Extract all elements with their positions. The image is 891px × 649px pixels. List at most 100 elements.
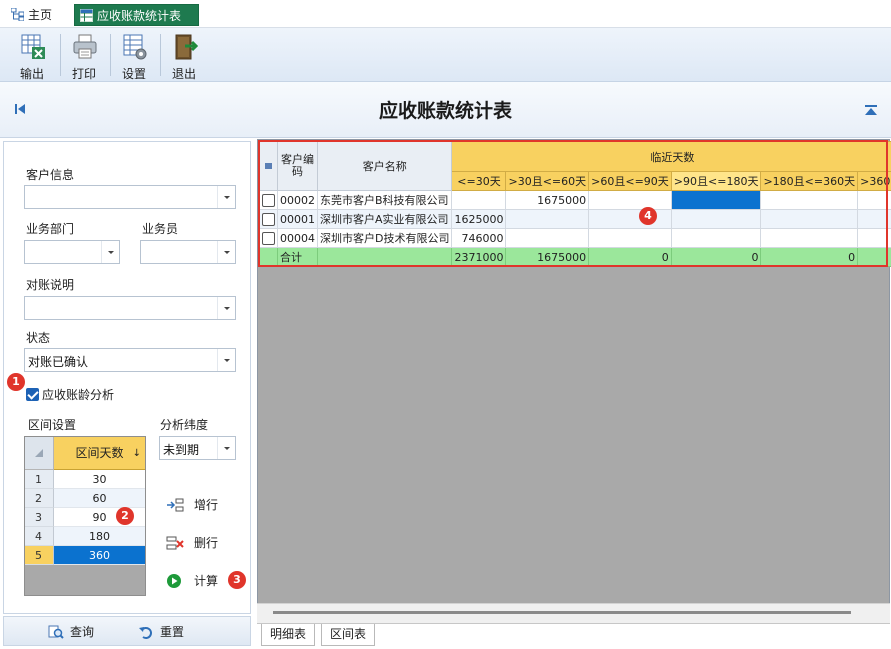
tab-home[interactable]: 主页 [6,4,62,26]
customer-info-select[interactable] [24,185,236,209]
table-row[interactable]: 00004 深圳市客户D技术有限公司 746000 [259,228,891,248]
salesman-label: 业务员 [142,222,179,236]
interval-days-header[interactable]: 区间天数 ↓ [54,437,145,470]
collapse-top-icon[interactable] [864,104,878,116]
col-header-aging-30[interactable]: <=30天 [451,171,507,191]
interval-row[interactable]: 1 30 [25,470,145,489]
row-number: 1 [25,470,54,489]
cell-aging[interactable] [670,209,762,229]
dimension-select[interactable]: 未到期 [159,436,236,460]
horizontal-scrollbar[interactable] [257,603,890,623]
col-header-aging-60[interactable]: >30且<=60天 [505,171,590,191]
col-header-aging-180[interactable]: >90且<=180天 [670,171,762,191]
cell-aging[interactable] [857,228,891,248]
tab-detail[interactable]: 明细表 [261,624,316,646]
cell-aging-selected[interactable] [670,190,762,210]
recon-select[interactable] [24,296,236,320]
cell-aging[interactable] [670,228,762,248]
status-label: 状态 [26,331,51,345]
aging-analysis-checkbox[interactable] [26,388,39,401]
cell-aging[interactable] [760,190,859,210]
cell-aging[interactable]: 746000 [451,228,507,248]
exit-button[interactable]: 退出 [160,30,208,81]
cell-name[interactable]: 深圳市客户D技术有限公司 [316,228,453,248]
interval-row[interactable]: 4 180 [25,527,145,546]
interval-value[interactable]: 30 [54,470,145,489]
cell-aging[interactable] [588,228,672,248]
dept-select[interactable] [24,240,120,264]
add-row-button[interactable]: 增行 [166,495,218,515]
row-number: 4 [25,527,54,546]
cell-name[interactable]: 东莞市客户B科技有限公司 [316,190,453,210]
settings-table-icon [123,34,147,60]
cell-code[interactable]: 00001 [277,209,318,229]
cell-aging[interactable] [857,190,891,210]
delete-row-button[interactable]: 删行 [166,533,218,553]
table-row[interactable]: 00002 东莞市客户B科技有限公司 1675000 [259,190,891,210]
row-select-cell[interactable] [259,190,278,210]
row-checkbox[interactable] [262,193,275,207]
scrollbar-thumb[interactable] [273,611,851,614]
export-label: 输出 [19,67,44,81]
cell-aging[interactable] [505,228,590,248]
cell-aging[interactable] [760,209,859,229]
cell-aging[interactable] [588,190,672,210]
settings-label: 设置 [121,67,146,81]
grid-corner[interactable] [25,437,54,470]
calculate-label: 计算 [194,574,219,588]
cell-aging[interactable] [760,228,859,248]
interval-row-selected[interactable]: 5 360 [25,546,145,565]
callout-badge-3: 3 [228,571,246,589]
col-header-code[interactable]: 客户编 码 [277,141,318,191]
cell-code[interactable]: 00002 [277,190,318,210]
interval-value[interactable]: 360 [54,546,145,565]
cell-code[interactable]: 00004 [277,228,318,248]
print-button[interactable]: 打印 [60,30,108,81]
page-title: 应收账款统计表 [378,100,512,122]
add-row-icon [167,498,184,512]
total-row: 合计 2371000 1675000 0 0 0 [259,247,891,267]
cell-aging[interactable] [505,209,590,229]
col-header-aging-90[interactable]: >60且<=90天 [588,171,672,191]
settings-button[interactable]: 设置 [110,30,158,81]
cell-aging[interactable] [451,190,507,210]
col-header-name[interactable]: 客户名称 [316,141,453,191]
reset-button[interactable]: 重置 [138,623,184,641]
row-select-cell[interactable] [259,228,278,248]
interval-value[interactable]: 180 [54,527,145,546]
print-label: 打印 [71,67,96,81]
chevron-down-icon [217,241,235,263]
row-checkbox[interactable] [262,231,275,245]
bottom-tab-strip: 明细表 区间表 [257,623,890,649]
toolbar: 输出 打印 设置 退出 [0,28,891,82]
col-group-header: 临近天数 [451,141,891,172]
table-row[interactable]: 00001 深圳市客户A实业有限公司 1625000 [259,209,891,229]
exit-label: 退出 [171,67,196,81]
cell-aging[interactable]: 1625000 [451,209,507,229]
salesman-select[interactable] [140,240,236,264]
total-row-header [259,247,278,267]
printer-icon [73,34,97,59]
cell-aging[interactable]: 1675000 [505,190,590,210]
tab-receivable-report[interactable]: 应收账款统计表 [74,4,199,26]
interval-row[interactable]: 2 60 [25,489,145,508]
col-header-code-line2: 码 [292,165,303,178]
col-header-aging-over-360[interactable]: >360 [857,171,891,191]
receivables-table: 客户编 码 客户名称 临近天数 <=30天 >30且<=60天 >60且<=90… [259,141,891,267]
status-select[interactable]: 对账已确认 [24,348,236,372]
total-aging: 1675000 [505,247,590,267]
row-header-corner[interactable] [259,141,278,191]
cell-name[interactable]: 深圳市客户A实业有限公司 [316,209,453,229]
query-label: 查询 [70,625,95,639]
interval-value[interactable]: 60 [54,489,145,508]
total-aging: 0 [670,247,762,267]
col-header-aging-360[interactable]: >180且<=360天 [760,171,859,191]
cell-aging[interactable] [857,209,891,229]
cell-aging[interactable] [588,209,672,229]
query-button[interactable]: 查询 [48,623,94,641]
calculate-button[interactable]: 计算 [166,571,218,591]
tab-interval[interactable]: 区间表 [321,624,376,646]
row-checkbox[interactable] [262,212,275,226]
row-select-cell[interactable] [259,209,278,229]
export-button[interactable]: 输出 [8,30,56,81]
